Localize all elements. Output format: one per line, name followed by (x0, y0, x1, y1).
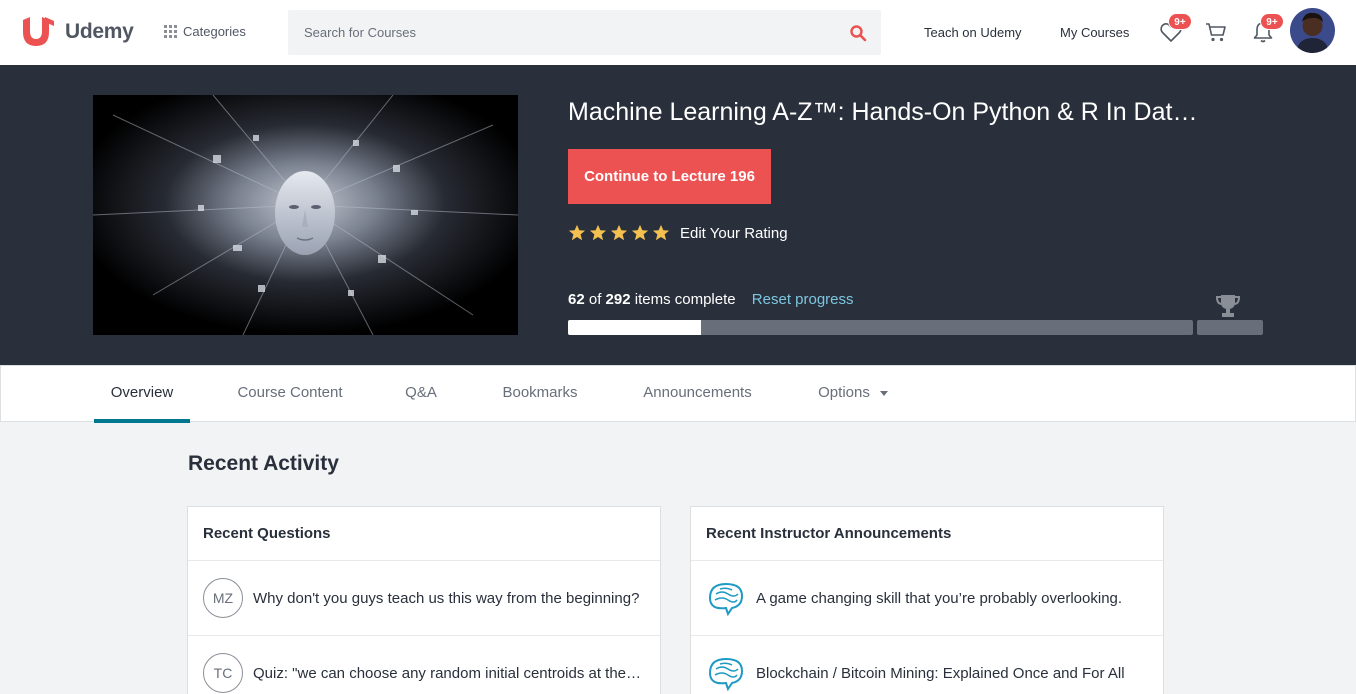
question-item[interactable]: TC Quiz: "we can choose any random initi… (188, 636, 660, 694)
tab-overview[interactable]: Overview (94, 366, 190, 423)
my-courses-link[interactable]: My Courses (1060, 25, 1129, 40)
progress-suffix: items complete (634, 291, 736, 308)
trophy-icon[interactable] (1215, 294, 1241, 318)
cart-icon[interactable] (1204, 20, 1228, 44)
recent-announcements-card: Recent Instructor Announcements A game c… (690, 506, 1164, 694)
recent-questions-title: Recent Questions (188, 507, 660, 561)
categories-menu[interactable]: Categories (164, 24, 246, 39)
tab-options-label: Options (818, 384, 870, 401)
user-avatar[interactable] (1290, 8, 1335, 53)
grid-icon (164, 25, 177, 38)
user-initials-avatar: TC (203, 653, 243, 693)
user-initials-avatar: MZ (203, 578, 243, 618)
reset-progress-link[interactable]: Reset progress (752, 291, 854, 308)
ai-face-image (93, 95, 518, 335)
edit-rating-link[interactable]: Edit Your Rating (680, 225, 788, 242)
progress-of-label: of (588, 291, 602, 308)
course-title: Machine Learning A-Z™: Hands-On Python &… (568, 98, 1208, 126)
top-navbar: Udemy Categories Teach on Udemy My Cours… (0, 0, 1356, 65)
categories-label: Categories (183, 24, 246, 39)
progress-summary: 62 of 292 items complete Reset progress (568, 291, 854, 308)
rating-stars[interactable] (568, 224, 670, 242)
course-thumbnail[interactable] (93, 95, 518, 335)
continue-lecture-button[interactable]: Continue to Lecture 196 (568, 149, 771, 204)
announcement-text: A game changing skill that you’re probab… (756, 589, 1123, 607)
brand-name: Udemy (65, 20, 134, 43)
teach-on-udemy-link[interactable]: Teach on Udemy (924, 25, 1022, 40)
chevron-down-icon (879, 390, 888, 396)
star-icon (610, 224, 628, 241)
question-text: Why don't you guys teach us this way fro… (253, 589, 640, 607)
total-count: 292 (605, 291, 631, 308)
star-icon (568, 224, 586, 241)
star-icon (652, 224, 670, 241)
tab-bookmarks[interactable]: Bookmarks (490, 366, 590, 423)
completed-count: 62 (568, 291, 585, 308)
announcement-item[interactable]: Blockchain / Bitcoin Mining: Explained O… (691, 636, 1163, 694)
recent-activity-title: Recent Activity (188, 452, 339, 475)
search-input[interactable] (288, 10, 838, 55)
wishlist-badge: 9+ (1168, 13, 1192, 30)
recent-questions-card: Recent Questions MZ Why don't you guys t… (187, 506, 661, 694)
tab-qa[interactable]: Q&A (395, 366, 447, 423)
question-text: Quiz: "we can choose any random initial … (253, 664, 645, 682)
announcement-item[interactable]: A game changing skill that you’re probab… (691, 561, 1163, 636)
brain-logo-icon (708, 657, 744, 691)
question-item[interactable]: MZ Why don't you guys teach us this way … (188, 561, 660, 636)
udemy-logo[interactable]: Udemy (21, 17, 134, 47)
udemy-logo-icon (23, 17, 54, 46)
brain-logo-icon (708, 582, 744, 616)
star-icon (589, 224, 607, 241)
star-icon (631, 224, 649, 241)
announcement-text: Blockchain / Bitcoin Mining: Explained O… (756, 664, 1125, 682)
notifications-badge: 9+ (1260, 13, 1284, 30)
course-rating: Edit Your Rating (568, 224, 788, 242)
progress-bar (568, 320, 1193, 335)
search-icon[interactable] (849, 24, 867, 42)
certificate-progress-segment (1197, 320, 1263, 335)
recent-announcements-title: Recent Instructor Announcements (691, 507, 1163, 561)
tab-options[interactable]: Options (808, 366, 898, 423)
tab-announcements[interactable]: Announcements (631, 366, 764, 423)
user-avatar-image (1290, 8, 1335, 53)
course-tabs: Overview Course Content Q&A Bookmarks An… (0, 365, 1356, 423)
tab-course-content[interactable]: Course Content (225, 366, 355, 423)
progress-bar-fill (568, 320, 701, 335)
course-hero: Machine Learning A-Z™: Hands-On Python &… (0, 65, 1356, 365)
search-bar (288, 10, 881, 55)
